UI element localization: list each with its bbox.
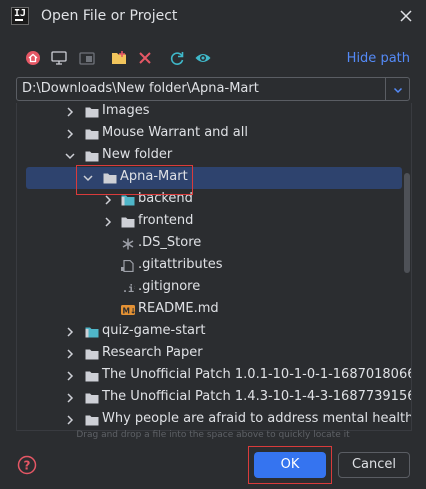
tree-item-label: quiz-game-start	[102, 323, 206, 338]
ok-button[interactable]: OK	[254, 452, 326, 478]
path-history-dropdown[interactable]	[385, 77, 410, 101]
tree-item-label: .DS_Store	[138, 235, 202, 250]
folder-icon	[85, 129, 99, 140]
tree-row[interactable]: Apna-Mart	[26, 167, 402, 189]
toolbar: Hide path	[18, 46, 418, 72]
tree-row[interactable]: backend	[17, 189, 403, 211]
title-bar: IJ Open File or Project	[0, 0, 426, 34]
tree-item-label: Apna-Mart	[120, 169, 188, 184]
delete-icon[interactable]	[136, 49, 154, 67]
intellij-app-icon: IJ	[11, 7, 29, 25]
folder-icon	[121, 217, 135, 228]
tree-item-label: New folder	[102, 147, 173, 162]
folder-icon	[85, 151, 99, 162]
chevron-right-icon[interactable]	[63, 391, 77, 405]
folder-icon	[85, 107, 99, 118]
tree-item-label: Mouse Warrant and all	[102, 125, 248, 140]
chevron-down-icon	[393, 87, 403, 94]
tree-item-label: README.md	[138, 301, 219, 316]
module-folder-icon	[85, 327, 99, 338]
tree-item-label: .gitattributes	[138, 257, 223, 272]
chevron-right-icon[interactable]	[63, 127, 77, 141]
svg-text:M↓: M↓	[123, 307, 136, 316]
chevron-right-icon[interactable]	[63, 413, 77, 427]
chevron-down-icon[interactable]	[63, 149, 77, 163]
tree-row[interactable]: .DS_Store	[17, 233, 403, 255]
gitignore-file-icon: .i*	[122, 283, 135, 294]
tree-item-label: backend	[138, 191, 193, 206]
svg-text:.i*: .i*	[122, 283, 135, 294]
tree-row[interactable]: New folder	[17, 145, 403, 167]
desktop-icon[interactable]	[50, 49, 68, 67]
cancel-button[interactable]: Cancel	[338, 452, 410, 478]
tree-item-label: Research Paper	[102, 345, 203, 360]
tree-item-label: Why people are afraid to address mental …	[102, 411, 412, 426]
home-icon[interactable]	[24, 49, 42, 67]
folder-icon	[85, 349, 99, 360]
folder-icon	[85, 415, 99, 426]
chevron-right-icon[interactable]	[101, 215, 115, 229]
tree-row[interactable]: Images	[17, 103, 403, 123]
chevron-down-icon[interactable]	[81, 171, 95, 185]
tree-row[interactable]: The Unofficial Patch 1.4.3-10-1-4-3-1687…	[17, 387, 411, 409]
tree-row[interactable]: .gitattributes	[17, 255, 403, 277]
drag-drop-hint: Drag and drop a file into the space abov…	[76, 430, 350, 440]
tree-item-label: The Unofficial Patch 1.4.3-10-1-4-3-1687…	[102, 389, 412, 404]
tree-scrollbar[interactable]	[404, 173, 410, 273]
path-value[interactable]: D:\Downloads\New folder\Apna-Mart	[22, 81, 259, 96]
asterisk-file-icon	[122, 238, 134, 250]
tree-row[interactable]: frontend	[17, 211, 403, 233]
svg-text:?: ?	[24, 459, 31, 473]
git-file-icon	[121, 260, 134, 272]
folder-icon	[103, 173, 117, 184]
refresh-icon[interactable]	[168, 49, 186, 67]
tree-row[interactable]: Mouse Warrant and all	[17, 123, 403, 145]
hide-path-link[interactable]: Hide path	[347, 51, 410, 66]
chevron-right-icon[interactable]	[101, 193, 115, 207]
file-tree[interactable]: Why people are afraid to address mental …	[16, 103, 412, 431]
new-folder-icon[interactable]	[110, 49, 128, 67]
folder-icon	[85, 393, 99, 404]
tree-row[interactable]: quiz-game-start	[17, 321, 403, 343]
markdown-file-icon: M↓	[121, 305, 136, 316]
tree-item-label: The Unofficial Patch 1.0.1-10-1-0-1-1687…	[102, 367, 412, 382]
tree-item-label: frontend	[138, 213, 194, 228]
tree-row[interactable]: M↓ README.md	[17, 299, 403, 321]
chevron-right-icon[interactable]	[63, 325, 77, 339]
project-icon[interactable]	[78, 49, 96, 67]
tree-row[interactable]: .i*.gitignore	[17, 277, 403, 299]
show-hidden-icon[interactable]	[194, 49, 212, 67]
tree-row[interactable]: The Unofficial Patch 1.0.1-10-1-0-1-1687…	[17, 365, 411, 387]
tree-row[interactable]: Why people are afraid to address mental …	[17, 409, 411, 430]
module-folder-icon	[121, 195, 135, 206]
chevron-right-icon[interactable]	[63, 369, 77, 383]
tree-row[interactable]: Research Paper	[17, 343, 403, 365]
folder-icon	[85, 371, 99, 382]
help-icon[interactable]: ?	[17, 455, 37, 475]
tree-item-label: .gitignore	[138, 279, 201, 294]
path-input[interactable]: D:\Downloads\New folder\Apna-Mart	[16, 77, 386, 101]
chevron-right-icon[interactable]	[63, 105, 77, 119]
tree-item-label: Images	[102, 103, 150, 118]
window-title: Open File or Project	[41, 8, 178, 24]
chevron-right-icon[interactable]	[63, 347, 77, 361]
close-icon[interactable]	[396, 6, 416, 26]
